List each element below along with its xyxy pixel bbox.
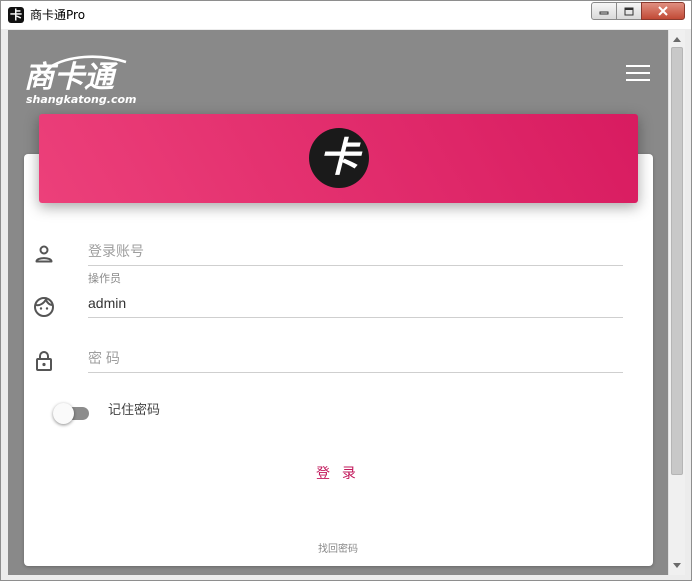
app-icon: 卡 bbox=[8, 7, 24, 23]
chevron-down-icon bbox=[673, 562, 681, 568]
remember-label: 记住密码 bbox=[108, 403, 161, 418]
hamburger-menu-icon[interactable] bbox=[624, 62, 652, 82]
title-bar[interactable]: 卡 商卡通Pro bbox=[1, 1, 691, 29]
operator-label: 操作员 bbox=[88, 272, 121, 285]
main-content: 商卡通 shangkatong.com 卡 操作员 bbox=[8, 30, 668, 575]
account-input[interactable] bbox=[88, 236, 623, 266]
minimize-icon bbox=[599, 11, 609, 15]
window-title: 商卡通Pro bbox=[30, 8, 86, 22]
app-window: 卡 商卡通Pro 商卡通 shangkatong.com 卡 登录账号 操作员 … bbox=[0, 0, 692, 581]
card-logo-icon: 卡 bbox=[309, 128, 369, 188]
minimize-button[interactable] bbox=[591, 2, 617, 20]
operator-field: 操作员 bbox=[32, 272, 623, 324]
lock-icon bbox=[36, 351, 52, 371]
face-icon bbox=[34, 296, 54, 317]
account-field bbox=[32, 234, 623, 274]
brand-logo: 商卡通 shangkatong.com bbox=[24, 54, 137, 110]
close-icon bbox=[658, 6, 668, 16]
menu-bar bbox=[626, 72, 650, 74]
vertical-scrollbar[interactable] bbox=[668, 30, 685, 575]
login-banner: 卡 bbox=[39, 114, 638, 203]
window-controls bbox=[591, 2, 685, 21]
brand-domain: shangkatong.com bbox=[26, 93, 137, 106]
forgot-password-link[interactable]: 找回密码 bbox=[298, 544, 378, 556]
close-button[interactable] bbox=[641, 2, 685, 20]
operator-input[interactable] bbox=[88, 288, 623, 318]
password-field bbox=[32, 342, 623, 382]
scroll-down-button[interactable] bbox=[669, 557, 685, 573]
menu-bar bbox=[626, 79, 650, 81]
person-icon bbox=[35, 245, 53, 263]
scroll-thumb[interactable] bbox=[671, 47, 683, 475]
restore-icon bbox=[624, 7, 634, 15]
remember-toggle[interactable] bbox=[53, 403, 89, 424]
password-input[interactable] bbox=[88, 343, 623, 373]
scroll-up-button[interactable] bbox=[669, 31, 685, 47]
restore-button[interactable] bbox=[616, 2, 642, 20]
menu-bar bbox=[626, 65, 650, 67]
brand-logo-text: 商卡通 bbox=[24, 60, 114, 95]
chevron-up-icon bbox=[673, 36, 681, 42]
login-button[interactable]: 登 录 bbox=[298, 461, 378, 485]
toggle-knob bbox=[53, 403, 74, 424]
